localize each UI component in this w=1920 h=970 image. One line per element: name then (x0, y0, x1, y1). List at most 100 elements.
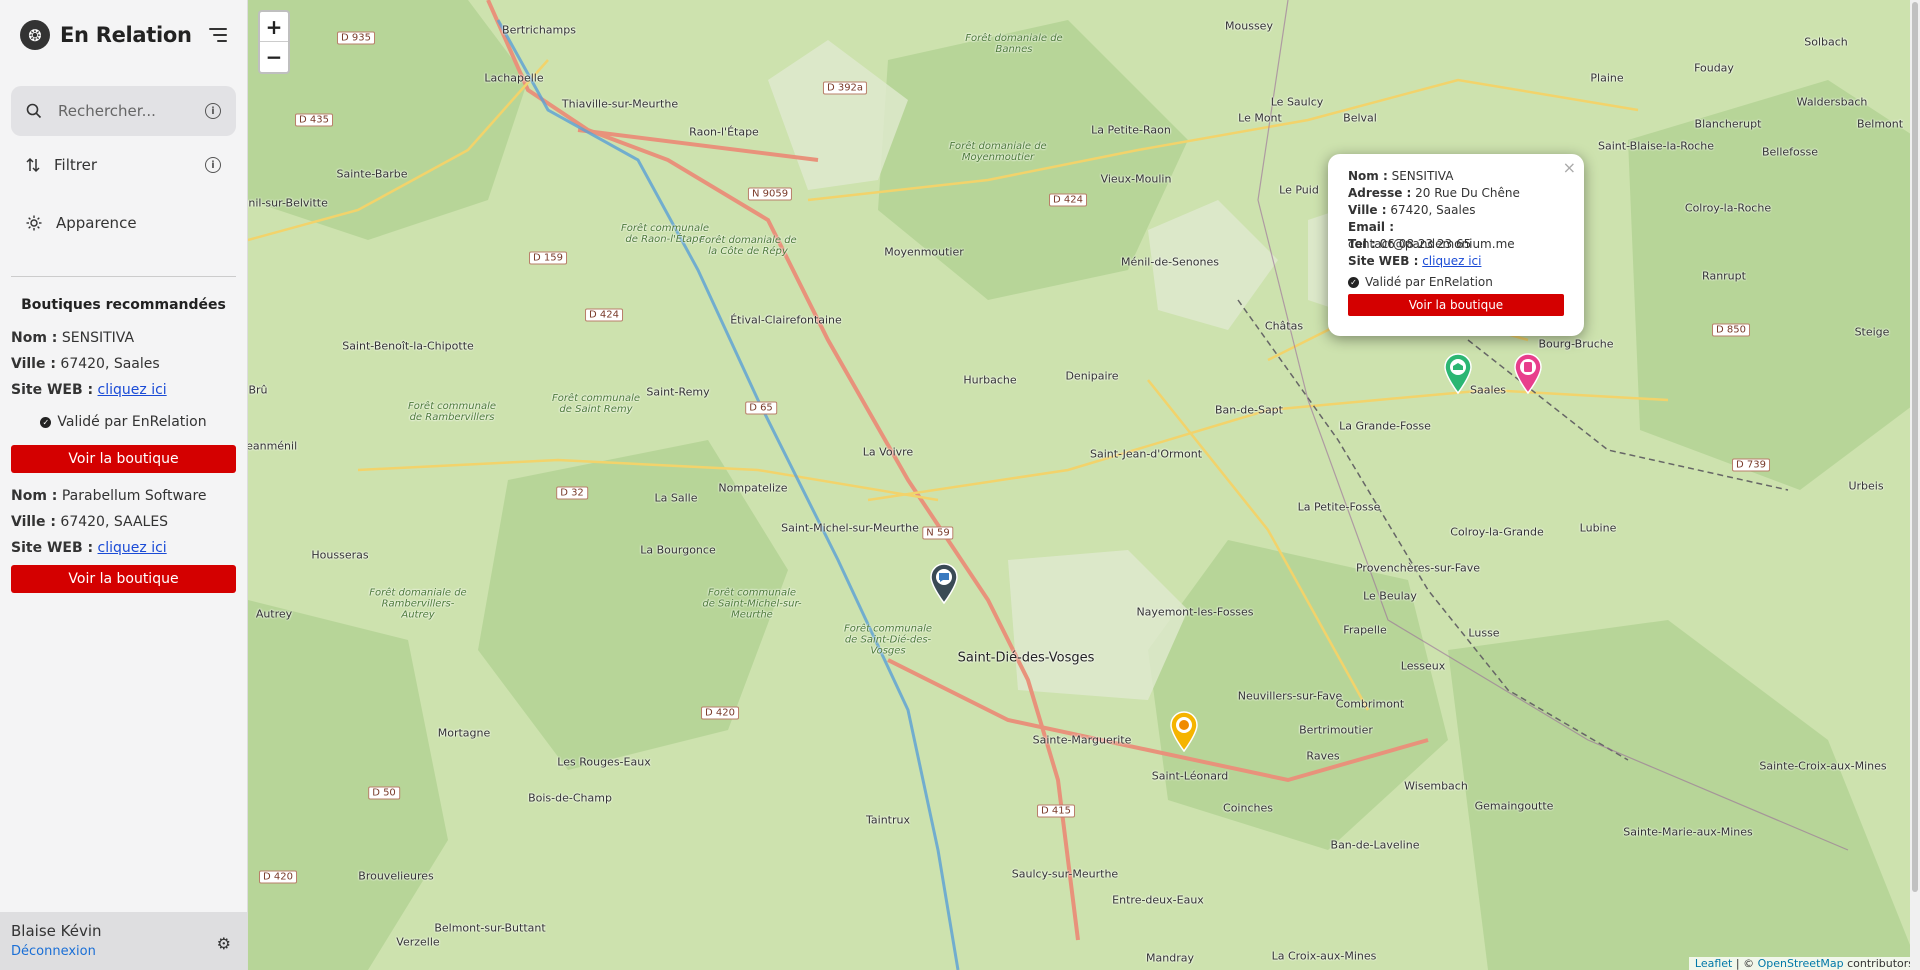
road-label: D 420 (701, 706, 739, 720)
place-label: Bertrichamps (502, 23, 576, 37)
popup-name: SENSITIVA (1391, 169, 1454, 183)
place-label: Verzelle (396, 935, 440, 949)
place-label: Le Beulay (1363, 589, 1417, 603)
shop-web-link[interactable]: cliquez ici (98, 382, 167, 398)
check-icon: ✓ (1348, 277, 1359, 288)
shop-validated: ✓ Validé par EnRelation (11, 403, 236, 441)
road-label: D 392a (822, 81, 868, 95)
search-input[interactable] (56, 101, 186, 121)
forest-label: Forêt communale de Rambervillers (407, 401, 497, 423)
appearance-menu-item[interactable]: Apparence (11, 194, 236, 252)
shop-popup: × Nom : SENSITIVA Adresse : 20 Rue Du Ch… (1328, 154, 1584, 351)
place-label: Belval (1343, 111, 1377, 125)
search-icon (26, 103, 42, 119)
shop-marker-parabellum[interactable] (1513, 352, 1543, 394)
shop-name-label: Nom : (11, 488, 58, 504)
sidebar: ❂ En Relation i Filtrer i Apparence Bout… (0, 0, 248, 970)
road-label: N 59 (922, 526, 954, 540)
sidebar-divider (11, 276, 236, 277)
place-label: Wisembach (1404, 779, 1468, 793)
road-label: D 420 (259, 870, 297, 884)
forest-label: Forêt communale de Saint Remy (551, 393, 641, 415)
place-label: Entre-deux-Eaux (1112, 893, 1204, 907)
brand-header: ❂ En Relation (0, 0, 247, 70)
road-label: D 415 (1037, 804, 1075, 818)
place-label: Neuvillers-sur-Fave (1237, 689, 1343, 703)
shop-name: Parabellum Software (61, 488, 207, 504)
shop-marker-sensitiva[interactable] (1443, 352, 1473, 394)
forest-label: Forêt domaniale de Bannes (965, 33, 1063, 55)
place-label: Bertrimoutier (1299, 723, 1373, 737)
logout-link[interactable]: Déconnexion (11, 944, 96, 959)
search-box[interactable]: i (11, 86, 236, 136)
shop-city-label: Ville : (11, 356, 56, 372)
close-icon[interactable]: × (1563, 158, 1576, 177)
map-attribution: Leaflet | © OpenStreetMap contributors (1688, 957, 1920, 970)
user-name: Blaise Kévin (11, 922, 102, 940)
place-label: La Salle (654, 491, 698, 505)
view-shop-button[interactable]: Voir la boutique (11, 565, 236, 593)
scrollbar[interactable] (1910, 0, 1920, 970)
road-label: D 424 (585, 308, 623, 322)
place-label: Jeanménil (248, 439, 298, 453)
gear-icon[interactable]: ⚙ (217, 934, 231, 953)
device-icon (1524, 362, 1532, 372)
view-shop-button[interactable]: Voir la boutique (11, 445, 236, 473)
menu-toggle-icon[interactable] (209, 28, 227, 42)
place-label: Saint-Benoît-la-Chipotte (342, 339, 474, 353)
place-label: Frapelle (1343, 623, 1387, 637)
place-label: Waldersbach (1796, 95, 1868, 109)
place-label: Combrimont (1335, 697, 1405, 711)
place-label: La Bourgonce (640, 543, 716, 557)
recommended-shop: Nom : Parabellum Software Ville : 67420,… (0, 483, 247, 593)
place-label: Étival-Clairefontaine (730, 313, 842, 327)
shop-city: 67420, Saales (60, 356, 160, 372)
place-label: Sainte-Marguerite (1032, 733, 1132, 747)
orange-icon (1179, 720, 1189, 730)
place-label: Le Saulcy (1270, 95, 1324, 109)
place-label: Ban-de-Sapt (1215, 403, 1283, 417)
popup-validated: ✓ Validé par EnRelation (1348, 270, 1564, 294)
place-label: Fouday (1694, 61, 1734, 75)
place-label: Ranrupt (1702, 269, 1746, 283)
place-label: Ménil-de-Senones (1121, 255, 1219, 269)
road-label: D 935 (337, 31, 375, 45)
place-label: Saint-Jean-d'Ormont (1089, 447, 1203, 461)
place-label: Mandray (1146, 951, 1194, 965)
place-label: Steige (1854, 325, 1890, 339)
place-label: Les Rouges-Eaux (557, 755, 651, 769)
place-label: Saint-Blaise-la-Roche (1598, 139, 1714, 153)
popup-view-shop-button[interactable]: Voir la boutique (1348, 294, 1564, 316)
road-label: N 9059 (747, 187, 793, 201)
place-label: Belmont-sur-Buttant (434, 921, 546, 935)
zoom-control: + − (258, 10, 290, 74)
zoom-in-button[interactable]: + (260, 12, 288, 42)
shop-marker-sainte-marguerite[interactable] (1169, 710, 1199, 752)
place-label: Nayemont-les-Fosses (1136, 605, 1254, 619)
leaflet-link[interactable]: Leaflet (1695, 957, 1732, 970)
osm-link[interactable]: OpenStreetMap (1758, 957, 1844, 970)
shop-marker-saint-michel[interactable] (929, 562, 959, 604)
road-label: D 32 (556, 486, 588, 500)
scrollbar-thumb[interactable] (1912, 2, 1918, 892)
forest-label: Forêt communale de Saint-Dié-des-Vosges (843, 623, 933, 657)
place-label: Lesseux (1400, 659, 1446, 673)
filter-info-icon[interactable]: i (205, 157, 221, 173)
filter-menu-item[interactable]: Filtrer i (11, 136, 236, 194)
shop-web-link[interactable]: cliquez ici (98, 540, 167, 556)
place-label: Belmont (1856, 117, 1904, 131)
popup-web-link[interactable]: cliquez ici (1422, 254, 1481, 268)
road-label: D 159 (529, 251, 567, 265)
place-label: Housseras (311, 548, 369, 562)
road-label: D 739 (1732, 458, 1770, 472)
place-label: La Petite-Raon (1091, 123, 1171, 137)
shop-name-label: Nom : (11, 330, 58, 346)
place-label: La Croix-aux-Mines (1271, 949, 1377, 963)
zoom-out-button[interactable]: − (260, 42, 288, 72)
map-view[interactable]: + − Bertrichamps Lachapelle Thiaville-su… (248, 0, 1920, 970)
place-label: Saint-Léonard (1151, 769, 1229, 783)
place-label: Ban-de-Laveline (1330, 838, 1420, 852)
search-info-icon[interactable]: i (205, 103, 221, 119)
place-label: Bellefosse (1761, 145, 1819, 159)
appearance-label: Apparence (56, 214, 137, 232)
